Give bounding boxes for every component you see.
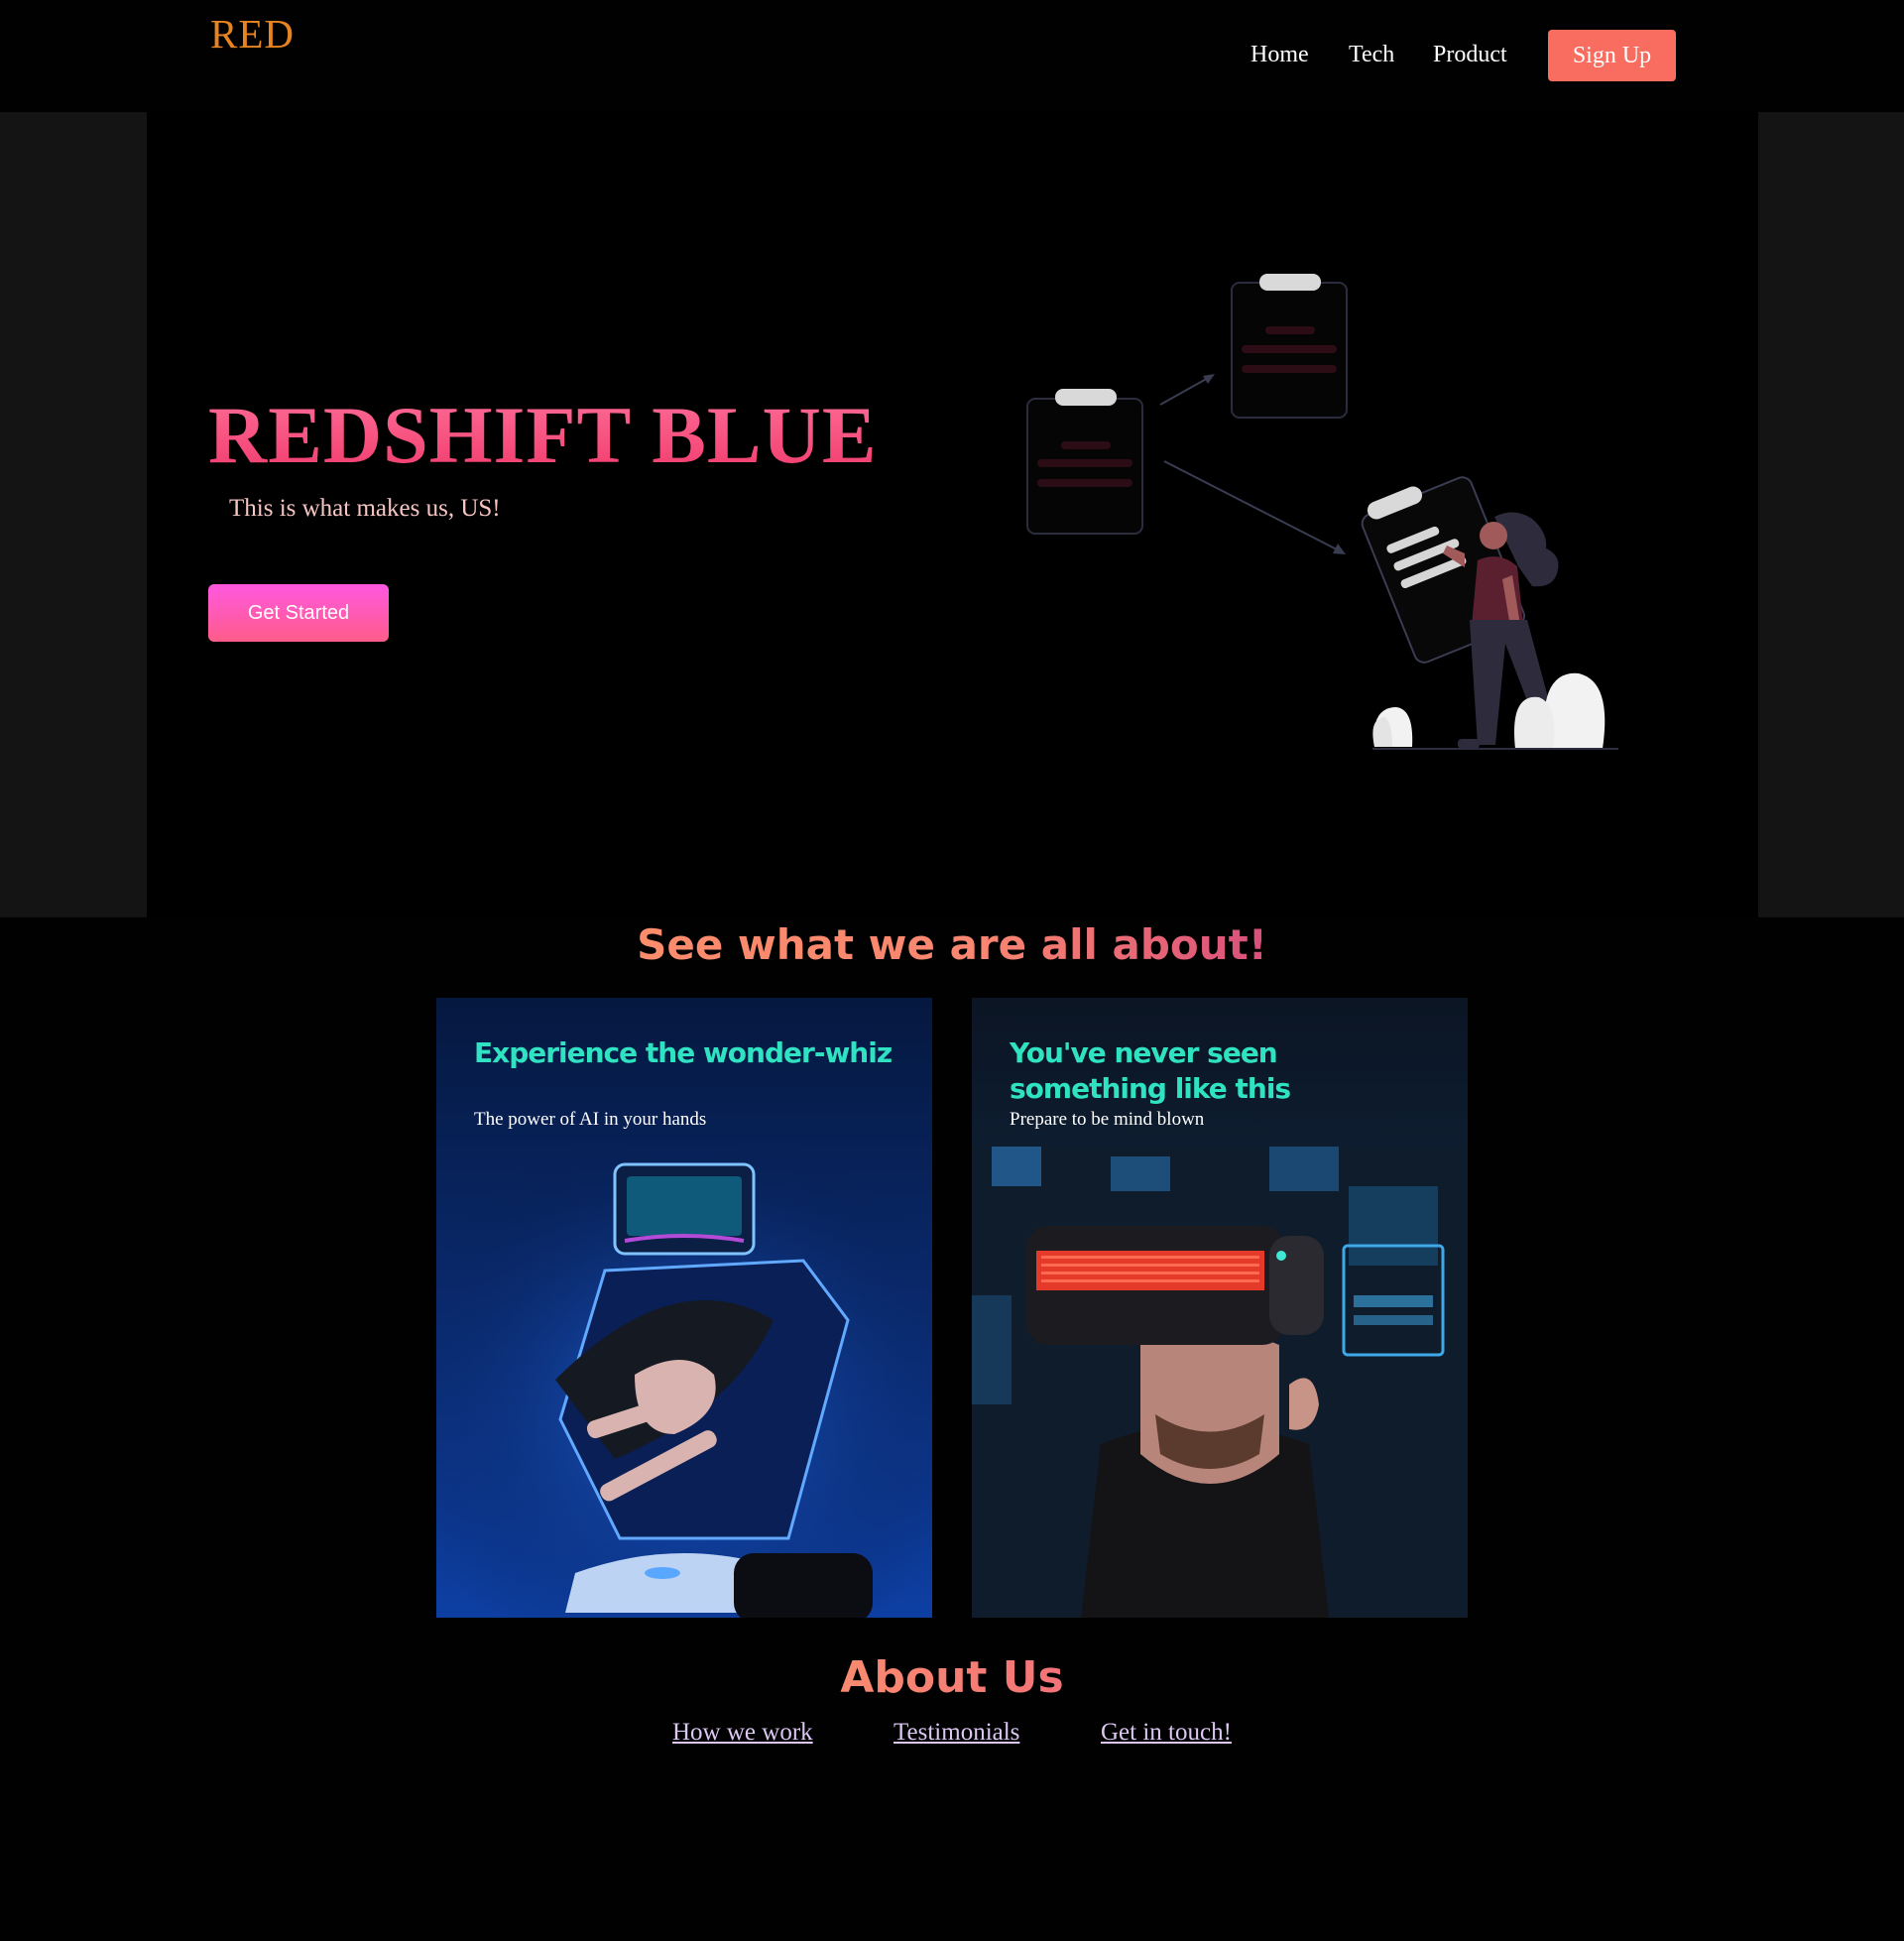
- about-heading: About Us: [840, 1652, 1064, 1703]
- top-navbar: RED Home Tech Product Sign Up: [0, 0, 1904, 112]
- signup-button[interactable]: Sign Up: [1548, 30, 1676, 81]
- vr-chair-image: [436, 1147, 932, 1618]
- feature-card-title: You've never seen something like this: [1010, 1036, 1291, 1105]
- hero-subtitle: This is what makes us, US!: [229, 495, 501, 522]
- link-how-we-work[interactable]: How we work: [672, 1719, 813, 1747]
- feature-card-title: Experience the wonder-whiz: [474, 1036, 892, 1069]
- nav-link-product[interactable]: Product: [1433, 42, 1507, 68]
- clipboard-top-icon: [1231, 274, 1348, 419]
- feature-card-text: Prepare to be mind blown: [1010, 1109, 1205, 1130]
- feature-card-text: The power of AI in your hands: [474, 1109, 707, 1130]
- get-started-button[interactable]: Get Started: [208, 584, 389, 642]
- clipboard-left-icon: [1026, 389, 1143, 535]
- hero-title: REDSHIFT BLUE: [208, 390, 878, 480]
- nav-link-tech[interactable]: Tech: [1349, 42, 1394, 68]
- hero-illustration: [1026, 274, 1618, 750]
- feature-card-ai[interactable]: Experience the wonder-whiz The power of …: [436, 998, 932, 1618]
- vr-headset-man-image: [972, 1147, 1468, 1618]
- nav-link-home[interactable]: Home: [1250, 42, 1309, 68]
- plant-left-icon: [1372, 707, 1413, 747]
- link-get-in-touch[interactable]: Get in touch!: [1101, 1719, 1232, 1747]
- link-testimonials[interactable]: Testimonials: [893, 1719, 1019, 1747]
- brand-logo[interactable]: RED: [210, 10, 295, 58]
- feature-card-vr[interactable]: You've never seen something like this Pr…: [972, 998, 1468, 1618]
- features-heading: See what we are all about!: [637, 920, 1267, 969]
